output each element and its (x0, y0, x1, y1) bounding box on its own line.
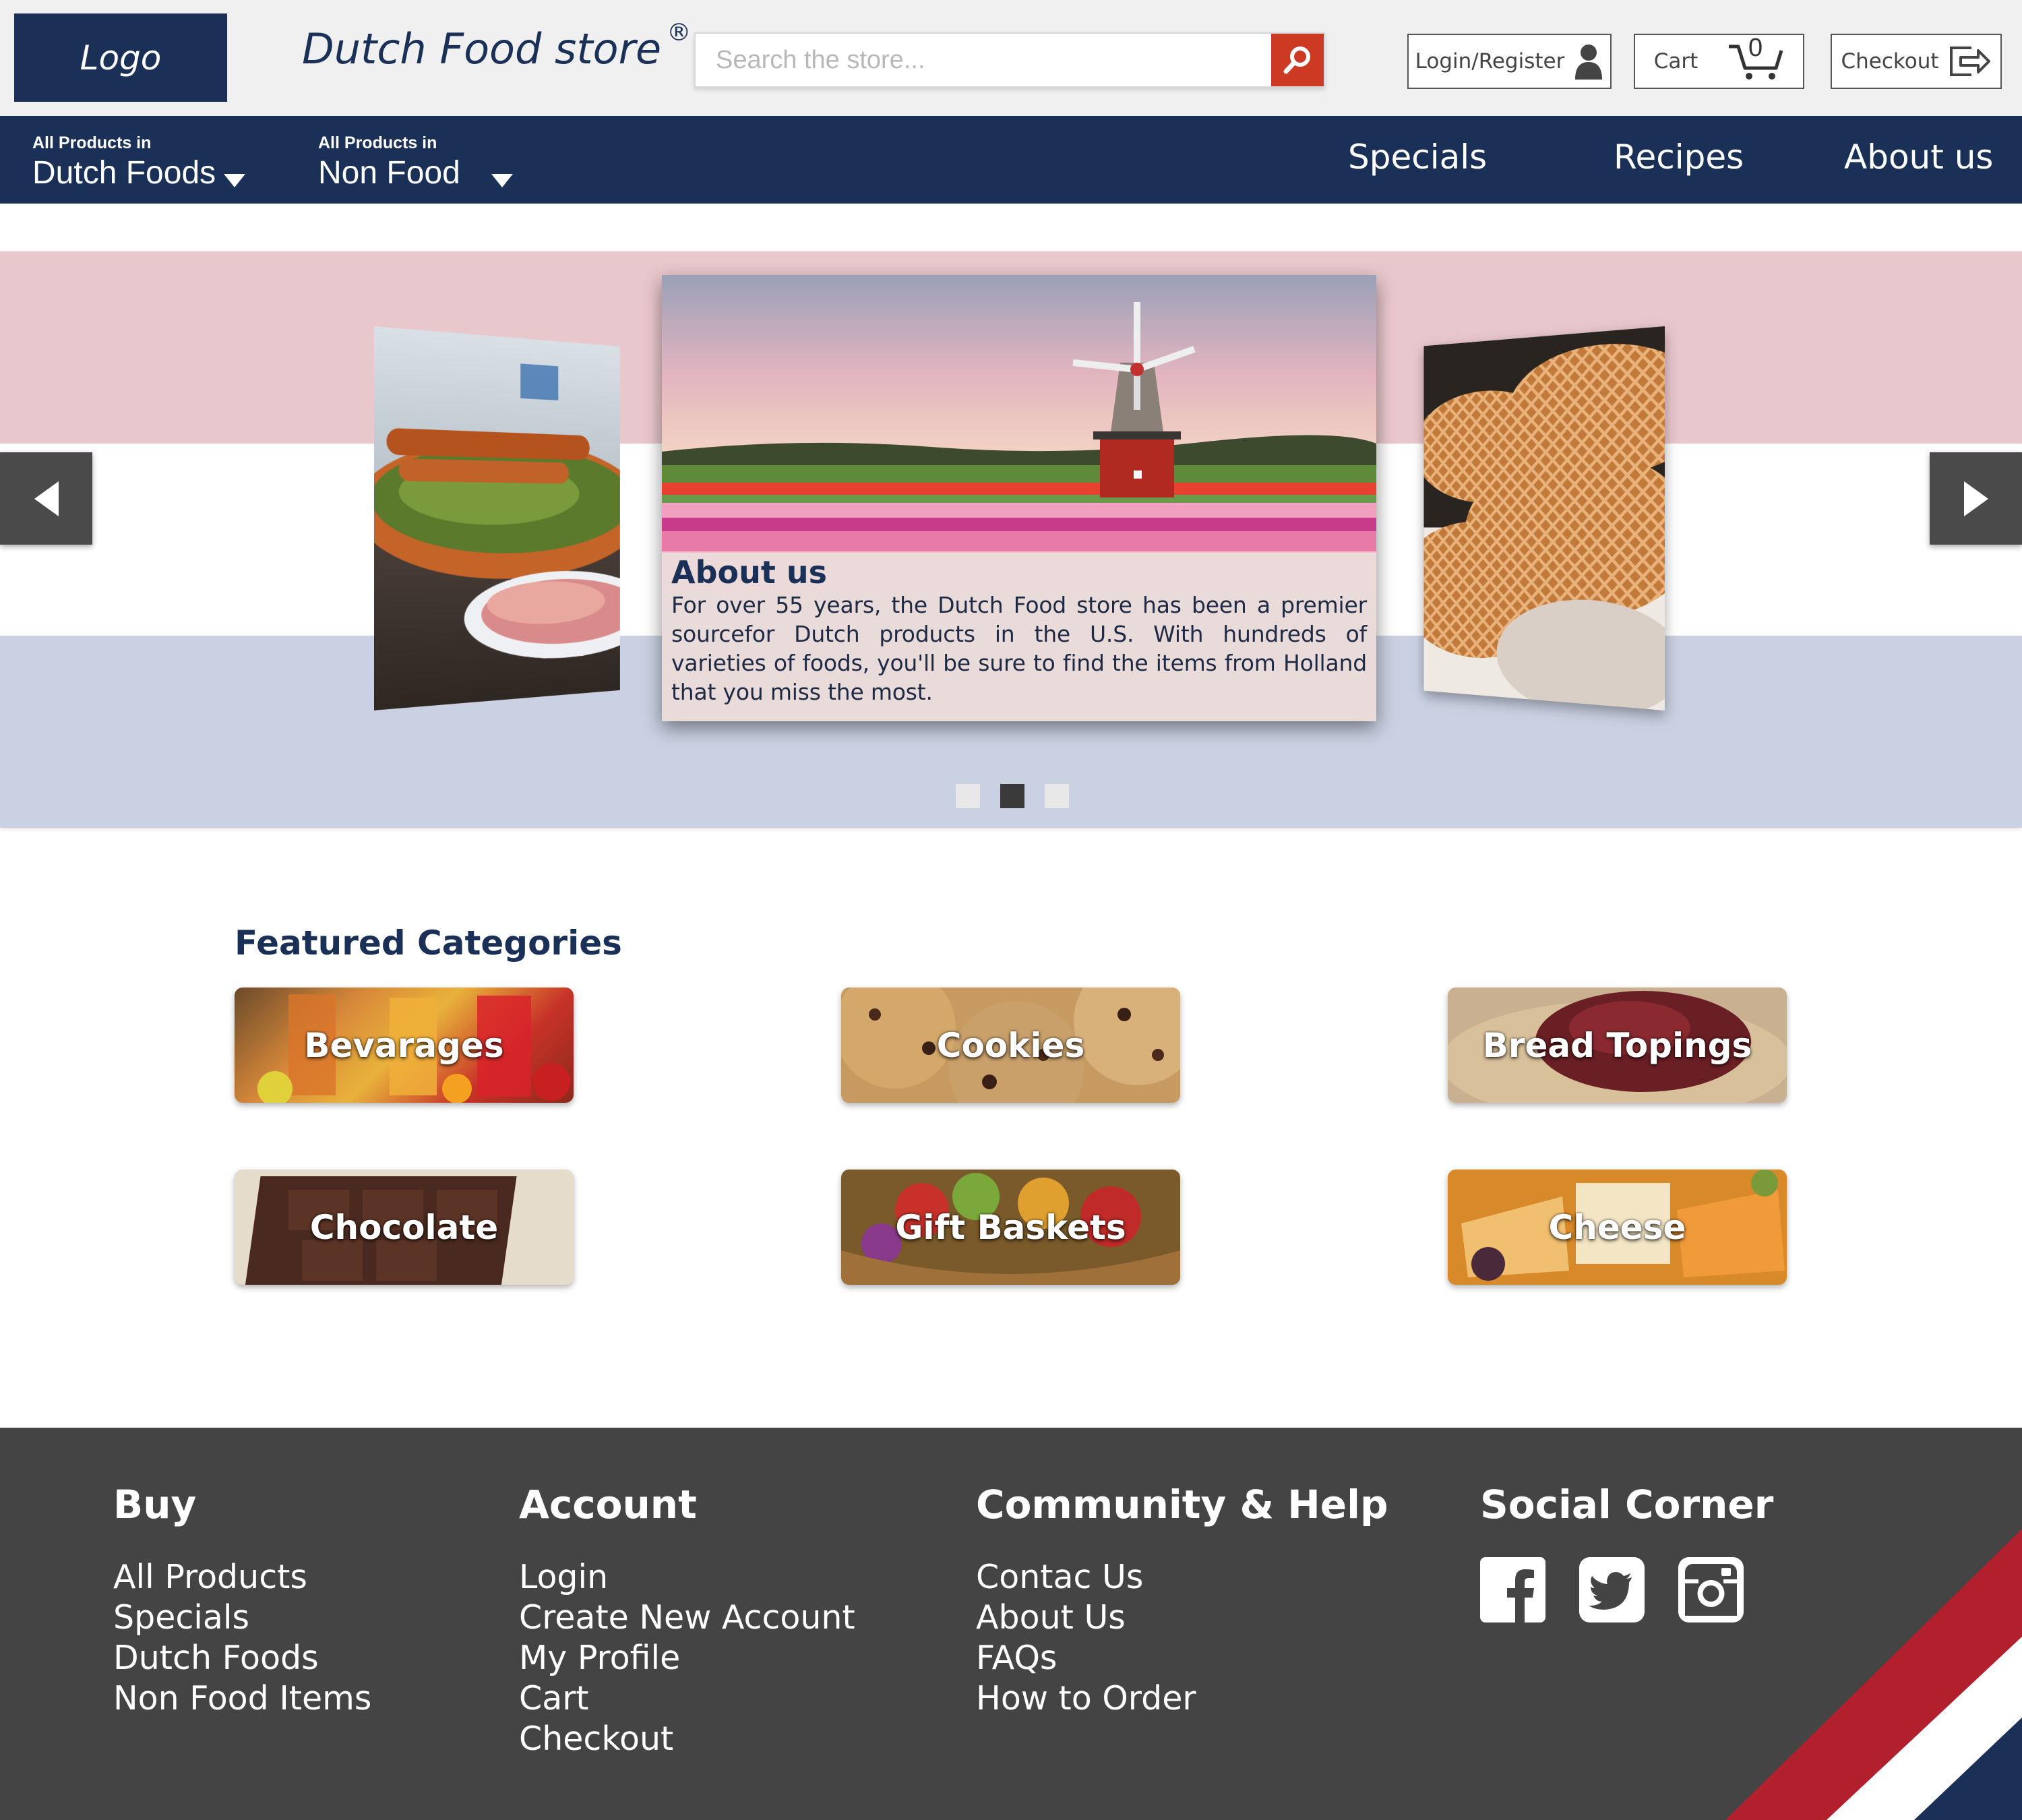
footer-link[interactable]: Create New Account (519, 1598, 855, 1638)
footer-link[interactable]: Cart (519, 1678, 855, 1719)
search-input[interactable] (696, 34, 1271, 86)
cart-count: 0 (1748, 34, 1763, 62)
checkout-label: Checkout (1841, 49, 1939, 73)
brand-name-text: Dutch Food store (302, 24, 662, 73)
search-bar (694, 32, 1325, 88)
carousel-next-button[interactable] (1930, 452, 2022, 545)
cart-label: Cart (1653, 49, 1698, 73)
footer-link[interactable]: All Products (113, 1557, 371, 1598)
nav-specials[interactable]: Specials (1348, 138, 1487, 177)
instagram-icon[interactable] (1678, 1557, 1744, 1622)
nav-dutch-foods-label: Dutch Foods (32, 155, 216, 191)
chevron-down-icon (491, 173, 513, 187)
category-bevarages[interactable]: Bevarages (235, 988, 574, 1103)
footer-buy-column: Buy All Products Specials Dutch Foods No… (113, 1482, 371, 1719)
footer-link[interactable]: Login (519, 1557, 855, 1598)
carousel-slide-next[interactable] (1423, 326, 1665, 710)
footer-help-title: Community & Help (976, 1482, 1388, 1527)
footer-help-column: Community & Help Contac Us About Us FAQs… (976, 1482, 1388, 1719)
hero-carousel: About us For over 55 years, the Dutch Fo… (0, 251, 2022, 828)
nav-dutch-foods-dropdown[interactable]: All Products in Dutch Foods (32, 133, 246, 191)
footer-link[interactable]: FAQs (976, 1638, 1388, 1678)
category-cookies[interactable]: Cookies (841, 988, 1180, 1103)
footer-social-title: Social Corner (1480, 1482, 1774, 1527)
footer-buy-title: Buy (113, 1482, 197, 1527)
carousel-dot-2[interactable] (1000, 784, 1024, 808)
carousel-dot-3[interactable] (1045, 784, 1069, 808)
footer-account-title: Account (519, 1482, 697, 1527)
user-icon (1575, 44, 1603, 80)
brand-name[interactable]: Dutch Food store ® (302, 19, 691, 73)
footer-link[interactable]: Specials (113, 1598, 371, 1638)
category-label: Gift Baskets (895, 1207, 1126, 1247)
sausage-dish-image (374, 326, 620, 710)
footer-link[interactable]: My Profile (519, 1638, 855, 1678)
category-cheese[interactable]: Cheese (1448, 1170, 1787, 1285)
main-nav: All Products in Dutch Foods All Products… (0, 116, 2022, 204)
carousel-slide-active[interactable]: About us For over 55 years, the Dutch Fo… (662, 275, 1376, 721)
nav-non-food-label: Non Food (318, 155, 460, 191)
category-label: Cookies (936, 1025, 1085, 1065)
footer-link[interactable]: How to Order (976, 1678, 1388, 1719)
slide-title: About us (671, 554, 828, 590)
category-label: Bevarages (304, 1025, 504, 1065)
logo-text: Logo (80, 38, 162, 78)
arrow-right-icon (1963, 481, 1988, 516)
slide-text: For over 55 years, the Dutch Food store … (671, 592, 1367, 705)
nav-recipes[interactable]: Recipes (1614, 138, 1744, 177)
category-label: Cheese (1548, 1207, 1686, 1247)
nav-non-food-caption: All Products in (318, 133, 437, 152)
footer-link[interactable]: Contac Us (976, 1557, 1388, 1598)
carousel-dot-1[interactable] (956, 784, 980, 808)
carousel-prev-button[interactable] (0, 452, 92, 545)
category-label: Bread Topings (1482, 1025, 1752, 1065)
footer-link[interactable]: Checkout (519, 1719, 855, 1759)
login-register-label: Login/Register (1415, 49, 1565, 73)
registered-mark: ® (667, 19, 692, 47)
footer: Buy All Products Specials Dutch Foods No… (0, 1428, 2022, 1820)
footer-link[interactable]: Non Food Items (113, 1678, 371, 1719)
logo[interactable]: Logo (14, 13, 227, 102)
category-chocolate[interactable]: Chocolate (235, 1170, 574, 1285)
chevron-down-icon (224, 173, 246, 187)
nav-non-food-dropdown[interactable]: All Products in Non Food (318, 133, 513, 191)
social-icons (1480, 1557, 1773, 1622)
twitter-icon[interactable] (1579, 1557, 1645, 1622)
search-button[interactable] (1271, 34, 1324, 86)
facebook-icon[interactable] (1480, 1557, 1545, 1622)
stroopwafel-image (1423, 326, 1665, 710)
carousel-dots (956, 784, 1069, 808)
top-header: Logo Dutch Food store® Login/Register Ca… (0, 0, 2022, 116)
carousel-slide-previous[interactable] (374, 326, 620, 710)
cart-button[interactable]: Cart (1634, 34, 1804, 89)
login-register-button[interactable]: Login/Register (1407, 34, 1612, 89)
category-bread-topings[interactable]: Bread Topings (1448, 988, 1787, 1103)
footer-account-column: Account Login Create New Account My Prof… (519, 1482, 855, 1759)
arrow-left-icon (34, 481, 59, 516)
footer-social-column: Social Corner (1480, 1482, 1773, 1622)
category-label: Chocolate (309, 1207, 499, 1247)
footer-link[interactable]: Dutch Foods (113, 1638, 371, 1678)
checkout-icon (1949, 47, 1990, 76)
slide-caption: About us For over 55 years, the Dutch Fo… (662, 553, 1376, 721)
category-gift-baskets[interactable]: Gift Baskets (841, 1170, 1180, 1285)
search-icon (1283, 47, 1310, 74)
nav-about-us[interactable]: About us (1844, 138, 1993, 177)
footer-link[interactable]: About Us (976, 1598, 1388, 1638)
nav-dutch-foods-caption: All Products in (32, 133, 152, 152)
featured-categories-title: Featured Categories (235, 923, 622, 963)
checkout-button[interactable]: Checkout (1831, 34, 2002, 89)
